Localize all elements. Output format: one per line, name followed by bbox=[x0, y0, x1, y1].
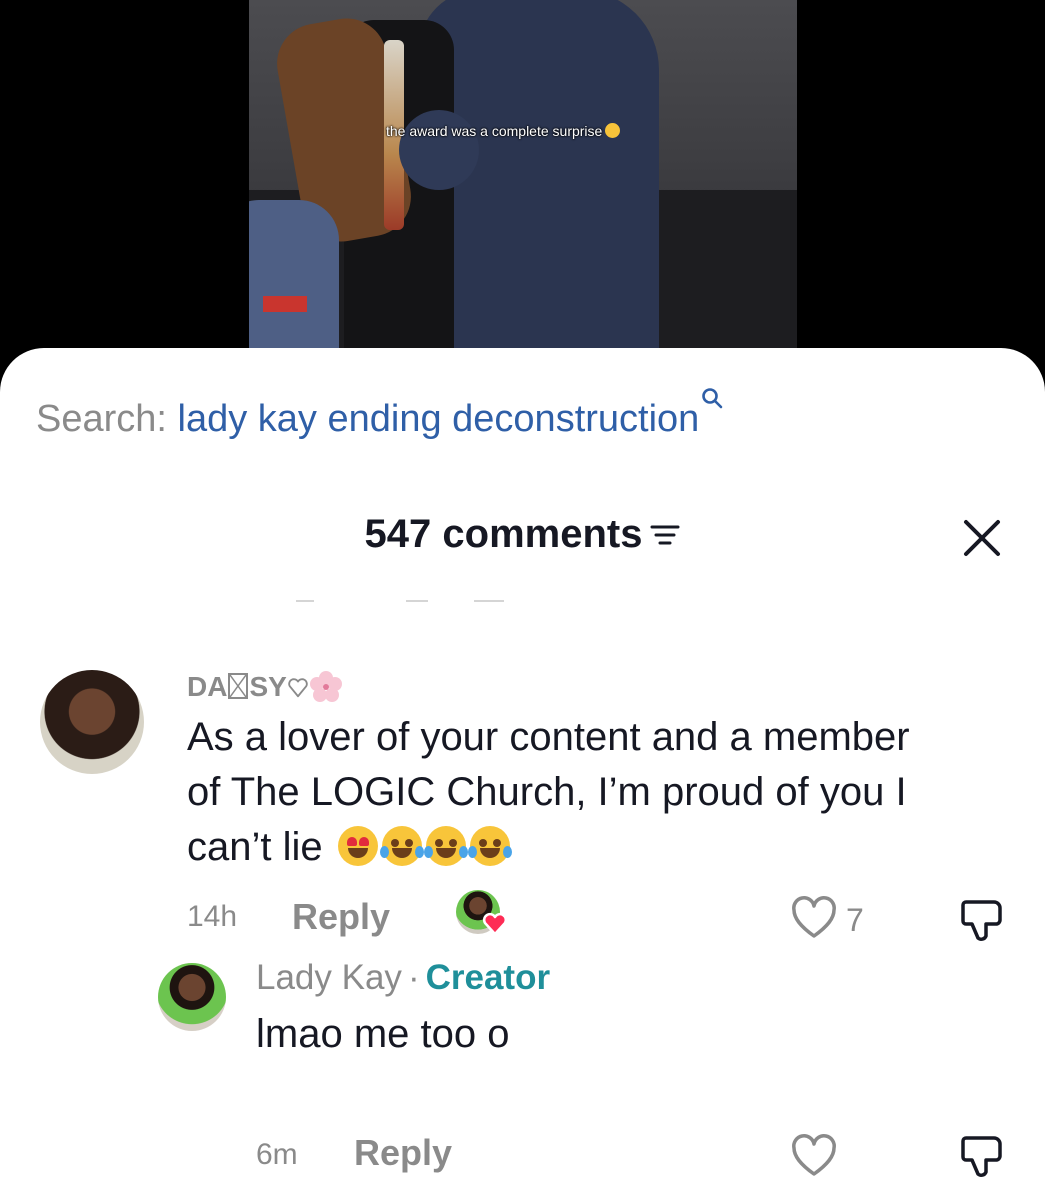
comment-meta: 14h bbox=[187, 900, 237, 934]
dislike-icon[interactable] bbox=[958, 1132, 1008, 1182]
reply-meta: 6m bbox=[256, 1138, 298, 1172]
missing-glyph-icon bbox=[228, 673, 249, 699]
avatar[interactable] bbox=[40, 670, 144, 774]
reply-button[interactable]: Reply bbox=[292, 896, 390, 938]
video-caption: the award was a complete surprise bbox=[382, 122, 624, 140]
search-icon bbox=[702, 388, 723, 409]
sakura-icon bbox=[309, 671, 342, 702]
heart-outline-icon[interactable] bbox=[790, 1134, 838, 1178]
video-caption-text: the award was a complete surprise bbox=[386, 123, 603, 139]
username-part: SY bbox=[249, 671, 287, 702]
separator: · bbox=[407, 958, 420, 997]
video-player[interactable]: the award was a complete surprise bbox=[249, 0, 797, 348]
dislike-icon[interactable] bbox=[958, 896, 1008, 946]
video-badge bbox=[263, 296, 307, 312]
comment-text: As a lover of your content and a member … bbox=[187, 710, 947, 875]
like-count: 7 bbox=[846, 902, 864, 938]
username-part: DA bbox=[187, 671, 228, 702]
reply-time: 6m bbox=[256, 1138, 298, 1171]
scrolled-content-fragment bbox=[296, 598, 506, 604]
comment-body: As a lover of your content and a member … bbox=[187, 715, 910, 869]
heart-outline-icon bbox=[288, 678, 308, 698]
avatar[interactable] bbox=[158, 963, 226, 1031]
crying-emoji-icon bbox=[605, 123, 621, 138]
comment-username[interactable]: DA SY bbox=[187, 670, 343, 704]
reply-author: Lady Kay bbox=[256, 958, 402, 997]
comments-header: 547 comments bbox=[0, 512, 1045, 557]
tears-of-joy-emoji-icon bbox=[467, 826, 512, 866]
tears-of-joy-emoji-icon bbox=[379, 826, 424, 866]
search-suggestion[interactable]: Search: lady kay ending deconstruction bbox=[36, 388, 723, 441]
heart-eyes-emoji-icon bbox=[337, 826, 378, 866]
reply-username[interactable]: Lady Kay · Creator bbox=[256, 958, 550, 998]
close-icon[interactable] bbox=[960, 516, 1004, 560]
reply-label: Reply bbox=[292, 896, 391, 937]
heart-outline-icon[interactable] bbox=[790, 896, 838, 940]
reply-label: Reply bbox=[354, 1132, 453, 1173]
video-figure bbox=[249, 200, 339, 348]
liked-by-creator-badge bbox=[456, 890, 508, 938]
tears-of-joy-emoji-icon bbox=[423, 826, 468, 866]
reply-text: lmao me too o bbox=[256, 1012, 510, 1056]
heart-icon bbox=[482, 912, 508, 936]
filter-icon[interactable] bbox=[650, 522, 680, 548]
search-label: Search: bbox=[36, 398, 167, 440]
search-query[interactable]: lady kay ending deconstruction bbox=[178, 398, 700, 440]
comments-sheet: Search: lady kay ending deconstruction 5… bbox=[0, 348, 1045, 1200]
comments-count: 547 comments bbox=[364, 512, 643, 556]
comment-time: 14h bbox=[187, 900, 238, 933]
creator-badge: Creator bbox=[425, 958, 551, 997]
reply-button[interactable]: Reply bbox=[354, 1132, 452, 1174]
